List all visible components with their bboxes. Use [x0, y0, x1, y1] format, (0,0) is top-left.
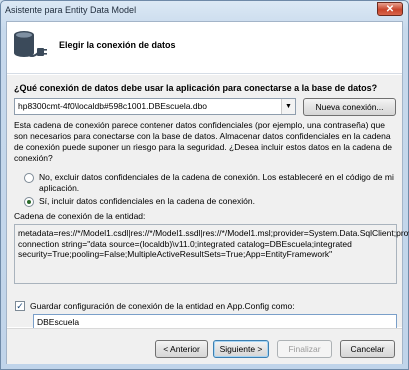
exclude-radio-label: No, excluir datos confidenciales de la c… [39, 172, 394, 193]
finish-button[interactable]: Finalizar [277, 340, 332, 358]
sensitive-data-description: Esta cadena de conexión parece contener … [14, 120, 393, 163]
chevron-down-icon[interactable]: ▼ [281, 99, 295, 114]
include-radio[interactable] [24, 197, 34, 207]
window-title: Asistente para Entity Data Model [5, 5, 137, 15]
page-title: Elegir la conexión de datos [59, 40, 176, 50]
connection-string-label: Cadena de conexión de la entidad: [14, 211, 146, 221]
save-config-label: Guardar configuración de conexión de la … [30, 301, 295, 311]
include-radio-label: Sí, incluir datos confidenciales en la c… [39, 196, 255, 206]
close-button[interactable]: ✕ [377, 2, 403, 16]
connection-string-text[interactable]: metadata=res://*/Model1.csdl|res://*/Mod… [14, 224, 409, 284]
save-config-option[interactable]: ✓ Guardar configuración de conexión de l… [15, 301, 295, 311]
cancel-button[interactable]: Cancelar [340, 340, 395, 358]
wizard-body: ¿Qué conexión de datos debe usar la apli… [7, 75, 409, 331]
wizard-header: Elegir la conexión de datos [7, 22, 402, 74]
back-button[interactable]: < Anterior [155, 340, 208, 358]
next-button[interactable]: Siguiente > [213, 340, 269, 358]
connection-question: ¿Qué conexión de datos debe usar la apli… [14, 83, 378, 93]
database-plug-icon [14, 31, 47, 57]
connection-select[interactable]: hp8300cmt-4f0\localdb#598c1001.DBEscuela… [14, 98, 296, 115]
include-sensitive-option[interactable]: Sí, incluir datos confidenciales en la c… [24, 196, 255, 207]
title-bar[interactable]: Asistente para Entity Data Model ✕ [1, 1, 408, 21]
wizard-footer: < Anterior Siguiente > Finalizar Cancela… [7, 328, 402, 364]
wizard-content: Elegir la conexión de datos ¿Qué conexió… [6, 21, 409, 364]
close-icon: ✕ [385, 3, 395, 15]
connection-select-value: hp8300cmt-4f0\localdb#598c1001.DBEscuela… [18, 101, 208, 111]
wizard-window: Asistente para Entity Data Model ✕ Elegi… [0, 0, 409, 370]
save-config-checkbox[interactable]: ✓ [15, 301, 25, 311]
exclude-sensitive-option[interactable]: No, excluir datos confidenciales de la c… [24, 172, 394, 194]
exclude-radio[interactable] [24, 173, 34, 183]
new-connection-button[interactable]: Nueva conexión... [303, 98, 396, 116]
